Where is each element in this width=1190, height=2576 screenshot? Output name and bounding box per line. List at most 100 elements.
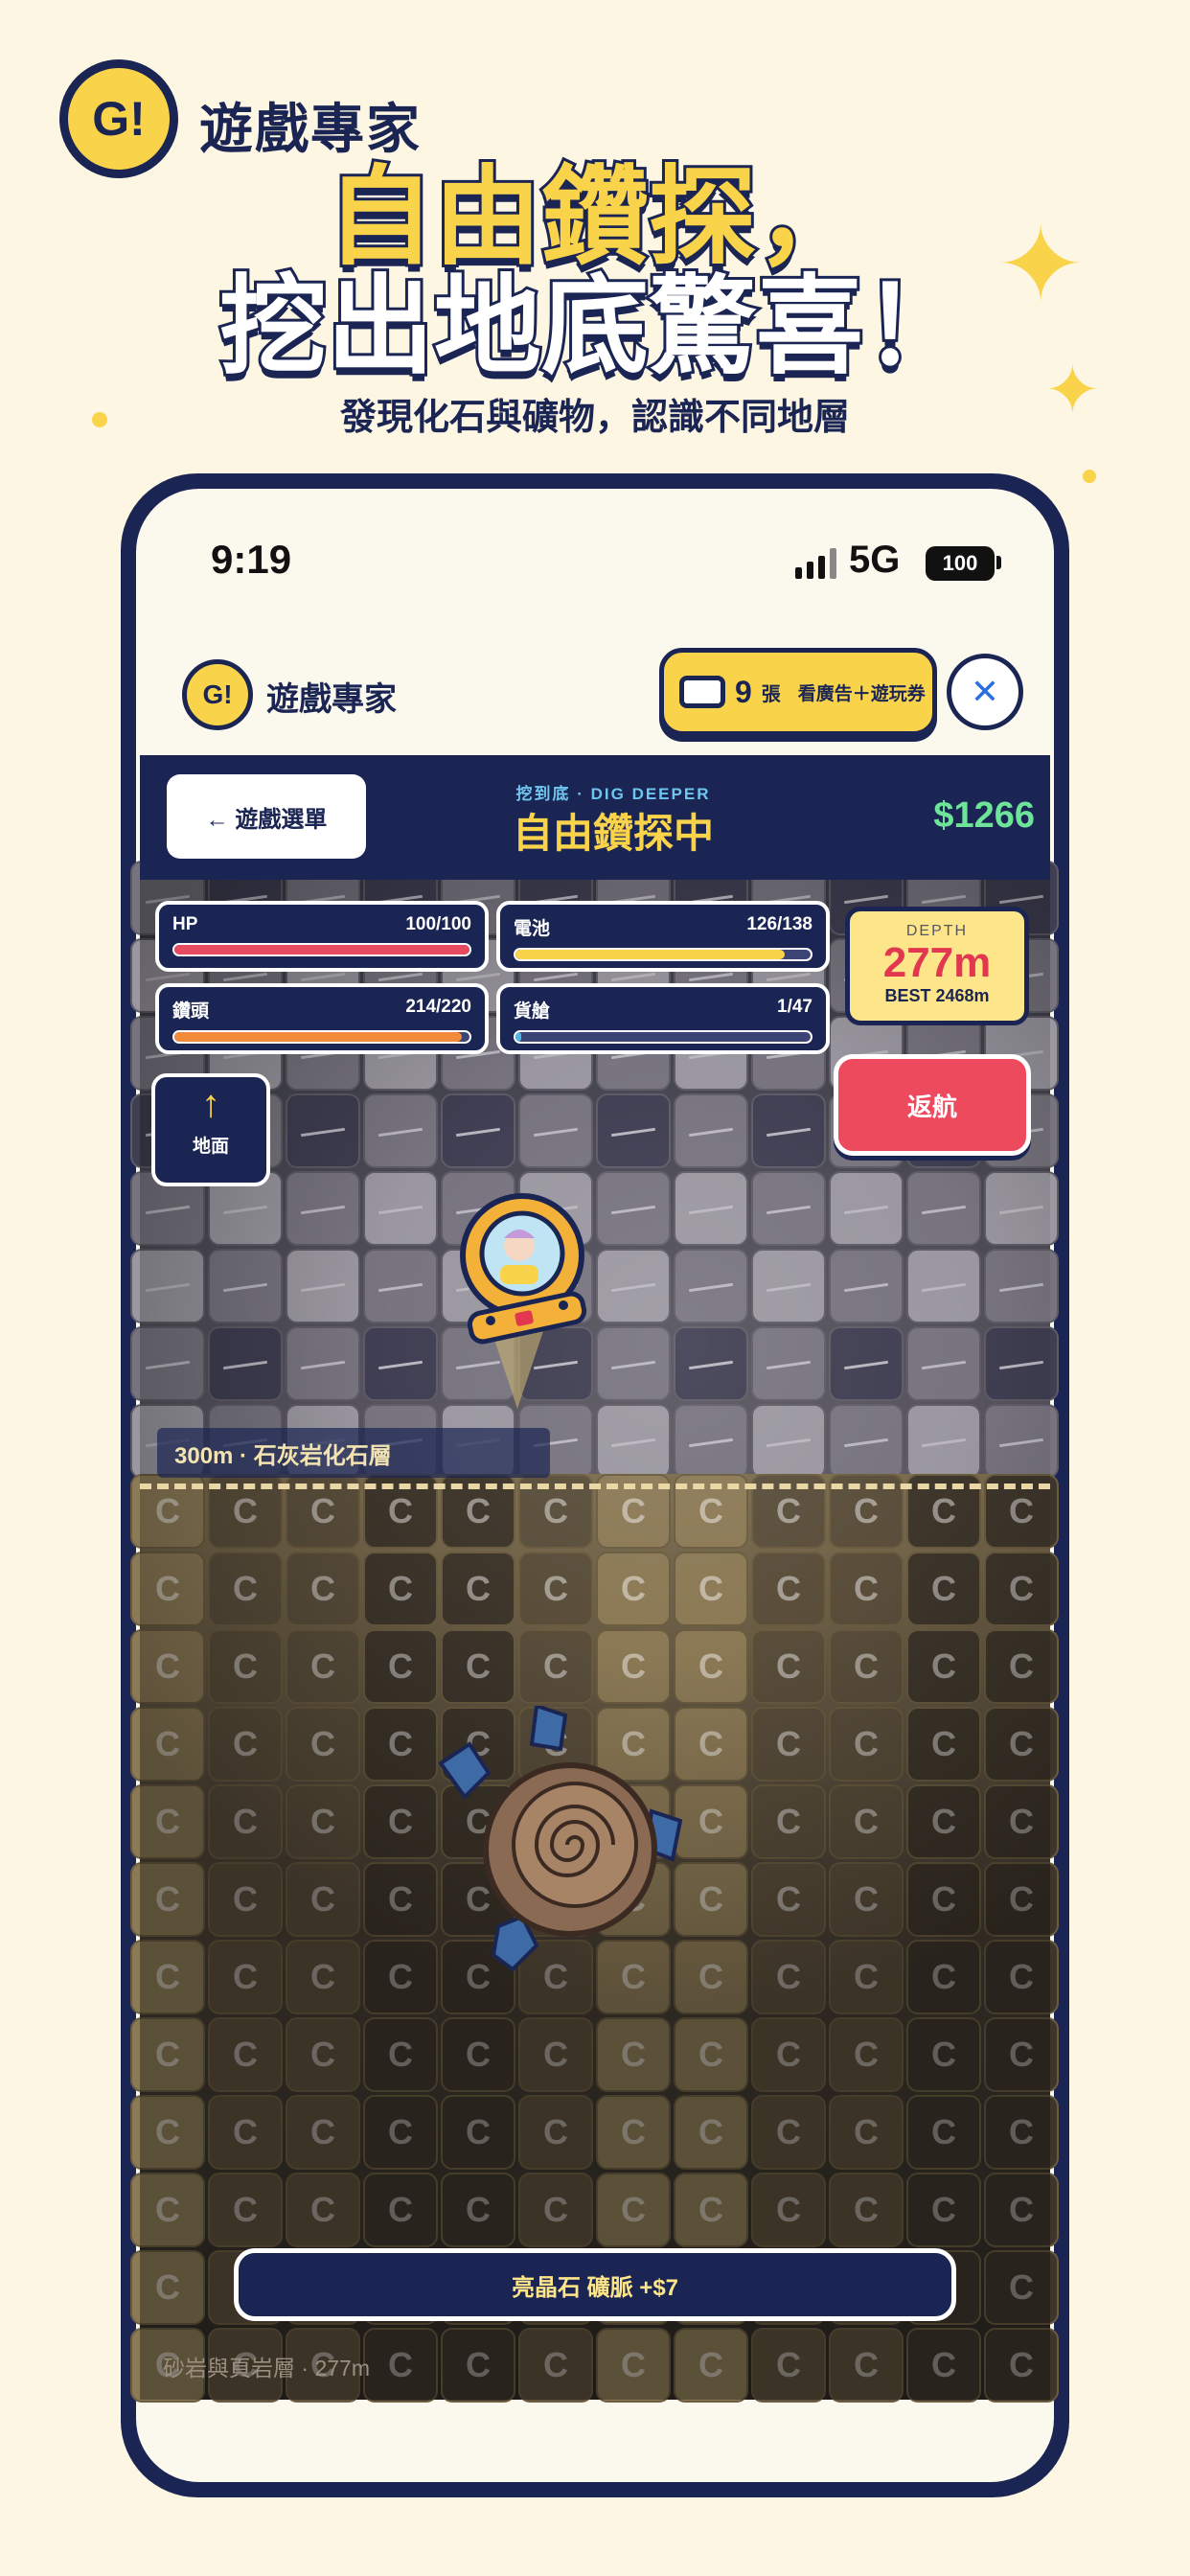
fossil-tile xyxy=(906,2095,981,2170)
rock-tile xyxy=(906,1171,981,1246)
fossil-tile xyxy=(751,2328,826,2403)
fossil-tile xyxy=(984,1552,1059,1626)
rock-tile xyxy=(674,1326,748,1401)
fossil-tile xyxy=(518,1629,593,1704)
money-display: $1266 xyxy=(933,795,1035,836)
fossil-tile xyxy=(906,2017,981,2092)
fossil-tile xyxy=(130,1629,205,1704)
fossil-tile xyxy=(751,1707,826,1782)
battery-value: 126/138 xyxy=(746,914,812,934)
surface-label: 地面 xyxy=(192,1137,229,1157)
fossil-tile xyxy=(130,1552,205,1626)
fossil-tile xyxy=(751,2017,826,2092)
depth-label: DEPTH xyxy=(905,923,969,939)
rock-tile xyxy=(984,1404,1059,1479)
fossil-tile xyxy=(984,1862,1059,1937)
rock-tile xyxy=(674,1171,748,1246)
hp-fill xyxy=(174,945,469,954)
close-button[interactable]: ✕ xyxy=(947,654,1023,730)
hp-label: HP xyxy=(172,914,198,934)
mineral-notice[interactable]: 亮晶石 礦脈 +$7 xyxy=(234,2248,956,2321)
fossil-tile xyxy=(363,2095,438,2170)
fossil-tile xyxy=(829,1940,904,2014)
rock-tile xyxy=(674,1093,748,1168)
cargo-meter: 貨艙 1/47 xyxy=(496,983,830,1054)
fossil-tile xyxy=(286,2173,360,2247)
hp-value: 100/100 xyxy=(405,914,471,934)
fossil-tile xyxy=(829,1707,904,1782)
fossil-tile xyxy=(984,2328,1059,2403)
fossil-tile xyxy=(674,2173,748,2247)
fossil-tile xyxy=(208,1629,283,1704)
fossil-tile xyxy=(130,2095,205,2170)
fossil-tile xyxy=(286,2095,360,2170)
fossil-tile xyxy=(829,2017,904,2092)
fossil-tile xyxy=(751,2095,826,2170)
cargo-fill xyxy=(515,1032,522,1042)
fossil-tile xyxy=(518,1552,593,1626)
rock-tile xyxy=(751,1171,826,1246)
fossil-tile xyxy=(286,1552,360,1626)
battery-meter: 電池 126/138 xyxy=(496,901,830,972)
fossil-tile xyxy=(518,2173,593,2247)
fossil-tile xyxy=(984,2173,1059,2247)
fossil-tile xyxy=(596,1629,671,1704)
fossil-tile xyxy=(596,2328,671,2403)
hp-meter: HP 100/100 xyxy=(155,901,489,972)
fossil-tile xyxy=(674,2095,748,2170)
drill-meter: 鑽頭 214/220 xyxy=(155,983,489,1054)
ticket-unit: 張 xyxy=(761,683,781,705)
fossil-tile xyxy=(751,1940,826,2014)
fossil-tile xyxy=(751,1629,826,1704)
fossil-tile xyxy=(208,2017,283,2092)
network-type: 5G xyxy=(849,539,901,581)
depth-card: DEPTH 277m BEST 2468m xyxy=(845,907,1029,1025)
hp-bar xyxy=(172,943,471,956)
sparkle-icon: ✦ xyxy=(996,206,1086,324)
fossil-tile xyxy=(984,1629,1059,1704)
fossil-tile xyxy=(984,2250,1059,2325)
rock-tile xyxy=(984,1326,1059,1401)
cargo-bar xyxy=(514,1030,812,1044)
status-time: 9:19 xyxy=(211,537,292,582)
signal-icon xyxy=(795,546,836,579)
fossil-tile xyxy=(751,1784,826,1859)
rock-tile xyxy=(596,1404,671,1479)
battery-bar xyxy=(514,948,812,961)
back-to-menu-button[interactable]: ← 遊戲選單 xyxy=(167,774,366,859)
fossil-tile xyxy=(829,1862,904,1937)
fossil-tile xyxy=(441,2017,515,2092)
rock-tile xyxy=(208,1326,283,1401)
close-icon: ✕ xyxy=(970,672,1000,711)
ticket-button[interactable]: 9 張 看廣告＋遊玩券 xyxy=(659,648,937,736)
rock-tile xyxy=(829,1404,904,1479)
fossil-tile xyxy=(208,1862,283,1937)
fossil-tile xyxy=(363,2017,438,2092)
fossil-tile xyxy=(829,1629,904,1704)
fossil-tile xyxy=(286,1862,360,1937)
rock-tile xyxy=(208,1249,283,1323)
drill-vehicle-icon xyxy=(460,1193,587,1409)
layer-marker: 300m · 石灰岩化石層 xyxy=(157,1428,550,1478)
layer-boundary-line xyxy=(140,1484,1050,1489)
fossil-tile xyxy=(208,2173,283,2247)
fossil-tile xyxy=(829,2328,904,2403)
fossil-tile xyxy=(130,2017,205,2092)
rock-tile xyxy=(984,1171,1059,1246)
fossil-tile xyxy=(208,1940,283,2014)
rock-tile xyxy=(751,1326,826,1401)
current-layer-label: 砂岩與頁岩層 · 277m xyxy=(163,2356,370,2380)
depth-best: BEST 2468m xyxy=(884,986,990,1006)
fossil-tile xyxy=(518,2017,593,2092)
return-button[interactable]: 返航 xyxy=(834,1054,1031,1156)
fossil-tile xyxy=(829,2095,904,2170)
surface-button[interactable]: ↑ 地面 xyxy=(151,1073,270,1186)
fossil-tile xyxy=(286,1784,360,1859)
fossil-tile xyxy=(829,1552,904,1626)
fossil-tile xyxy=(674,1629,748,1704)
fossil-tile xyxy=(208,2095,283,2170)
rock-tile xyxy=(751,1093,826,1168)
fossil-tile xyxy=(906,1552,981,1626)
fossil-tile xyxy=(829,1784,904,1859)
rock-tile xyxy=(441,1093,515,1168)
